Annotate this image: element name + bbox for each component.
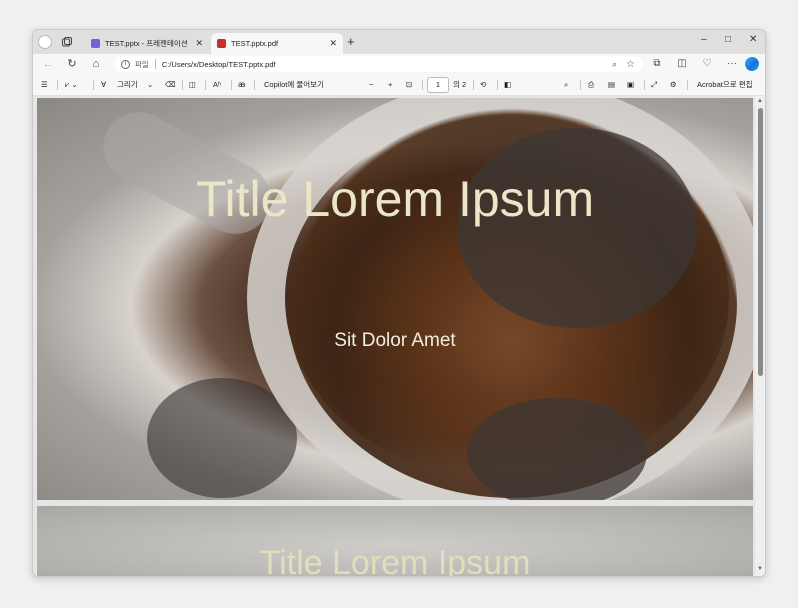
tab-actions-icon[interactable] xyxy=(61,36,73,48)
divider xyxy=(580,80,581,90)
divider xyxy=(57,80,58,90)
powerpoint-favicon-icon xyxy=(91,39,100,48)
save-disabled-icon[interactable]: ▤ xyxy=(608,79,615,91)
pdf-favicon-icon xyxy=(217,39,226,48)
eraser-icon[interactable]: ⌫ xyxy=(165,79,176,91)
copilot-ask-button[interactable]: Copilot에 물어보기 xyxy=(264,79,324,91)
minimize-button[interactable]: – xyxy=(701,34,707,45)
reflection-image xyxy=(467,398,647,500)
page-view-icon[interactable]: ◫ xyxy=(189,79,196,91)
draw-icon[interactable]: ∀ xyxy=(101,79,106,91)
print-icon[interactable]: ⎙ xyxy=(588,79,594,91)
slide-title: Title Lorem Ipsum xyxy=(195,171,595,227)
rotate-icon[interactable]: ⟲ xyxy=(480,79,486,91)
divider xyxy=(687,80,688,90)
close-tab-icon[interactable]: ✕ xyxy=(329,38,337,49)
home-icon[interactable]: ⌂ xyxy=(89,57,103,71)
favorite-star-icon[interactable]: ☆ xyxy=(626,59,635,70)
refresh-icon[interactable]: ↻ xyxy=(65,57,79,71)
read-aloud-icon[interactable]: Aʰ xyxy=(213,79,221,91)
close-tab-icon[interactable]: ✕ xyxy=(195,38,203,49)
address-bar-row: ← ↻ ⌂ i 파일 C:/Users/x/Desktop/TEST.pptx.… xyxy=(33,54,765,74)
maximize-button[interactable]: □ xyxy=(725,34,731,45)
url-field[interactable]: i 파일 C:/Users/x/Desktop/TEST.pptx.pdf ⌕ … xyxy=(115,56,643,72)
divider xyxy=(422,80,423,90)
divider xyxy=(205,80,206,90)
divider xyxy=(231,80,232,90)
translate-icon[interactable]: ꜳ xyxy=(238,79,245,91)
chevron-down-icon[interactable]: ⌄ xyxy=(147,79,153,91)
divider xyxy=(644,80,645,90)
info-icon[interactable]: i xyxy=(121,59,130,69)
tab-strip: TEST.pptx - 프레젠테이션 ✕ TEST.pptx.pdf ✕ + –… xyxy=(33,30,765,54)
tab-pptx[interactable]: TEST.pptx - 프레젠테이션 ✕ xyxy=(85,33,209,54)
scroll-up-icon[interactable]: ▲ xyxy=(757,98,763,104)
page-total: 의 2 xyxy=(453,80,467,89)
slide-title: Title Lorem Ipsum xyxy=(259,544,531,577)
reflection-image xyxy=(457,128,697,328)
divider xyxy=(473,80,474,90)
slide-page-2: Title Lorem Ipsum xyxy=(37,506,753,577)
extensions-icon[interactable]: ⧉ xyxy=(650,57,664,71)
save-as-icon[interactable]: ▣ xyxy=(627,79,634,91)
split-screen-icon[interactable]: ◫ xyxy=(675,57,689,71)
pdf-viewer[interactable]: Title Lorem Ipsum Sit Dolor Amet Title L… xyxy=(33,96,765,577)
zoom-out-button[interactable]: − xyxy=(369,79,373,91)
browser-window: TEST.pptx - 프레젠테이션 ✕ TEST.pptx.pdf ✕ + –… xyxy=(32,29,766,577)
pdf-toolbar: ☰ ⩗ ⌄ ∀ 그리기 ⌄ ⌫ ◫ Aʰ ꜳ Copilot에 물어보기 − +… xyxy=(33,74,765,96)
more-menu-icon[interactable]: ··· xyxy=(725,57,739,71)
settings-gear-icon[interactable]: ⚙ xyxy=(670,79,677,91)
scrollbar-thumb[interactable] xyxy=(758,108,763,376)
profile-avatar[interactable] xyxy=(38,35,52,49)
search-icon[interactable]: ⌕ xyxy=(564,79,568,91)
close-window-button[interactable]: ✕ xyxy=(749,34,757,45)
divider xyxy=(154,59,156,69)
site-label: 파일 xyxy=(135,59,149,69)
slide-subtitle: Sit Dolor Amet xyxy=(334,330,456,351)
favorites-icon[interactable]: ♡ xyxy=(700,57,714,71)
tab-label: TEST.pptx.pdf xyxy=(231,39,279,48)
zoom-in-button[interactable]: + xyxy=(388,79,392,91)
scroll-down-icon[interactable]: ▼ xyxy=(757,566,763,572)
divider xyxy=(254,80,255,90)
page-number-input[interactable]: 1 xyxy=(427,77,449,93)
divider xyxy=(497,80,498,90)
divider xyxy=(93,80,94,90)
copilot-icon[interactable] xyxy=(745,57,759,71)
url-text: C:/Users/x/Desktop/TEST.pptx.pdf xyxy=(161,59,276,69)
divider xyxy=(182,80,183,90)
vertical-scrollbar[interactable]: ▲ ▼ xyxy=(755,96,765,576)
slide-page-1: Title Lorem Ipsum Sit Dolor Amet xyxy=(37,98,753,500)
zoom-icon[interactable]: ⌕ xyxy=(612,59,617,70)
fullscreen-icon[interactable]: ⤢ xyxy=(651,79,657,91)
two-page-icon[interactable]: ◧ xyxy=(504,79,511,91)
fit-page-icon[interactable]: ⊡ xyxy=(406,79,412,91)
tab-pdf[interactable]: TEST.pptx.pdf ✕ xyxy=(211,33,343,54)
back-arrow-icon[interactable]: ← xyxy=(41,57,55,71)
new-tab-button[interactable]: + xyxy=(347,35,355,48)
draw-button[interactable]: 그리기 xyxy=(117,79,138,91)
table-of-contents-icon[interactable]: ☰ xyxy=(41,79,48,91)
highlight-icon[interactable]: ⩗ ⌄ xyxy=(65,79,78,91)
acrobat-edit-button[interactable]: Acrobat으로 편집 xyxy=(697,79,753,91)
tab-label: TEST.pptx - 프레젠테이션 xyxy=(105,39,188,48)
